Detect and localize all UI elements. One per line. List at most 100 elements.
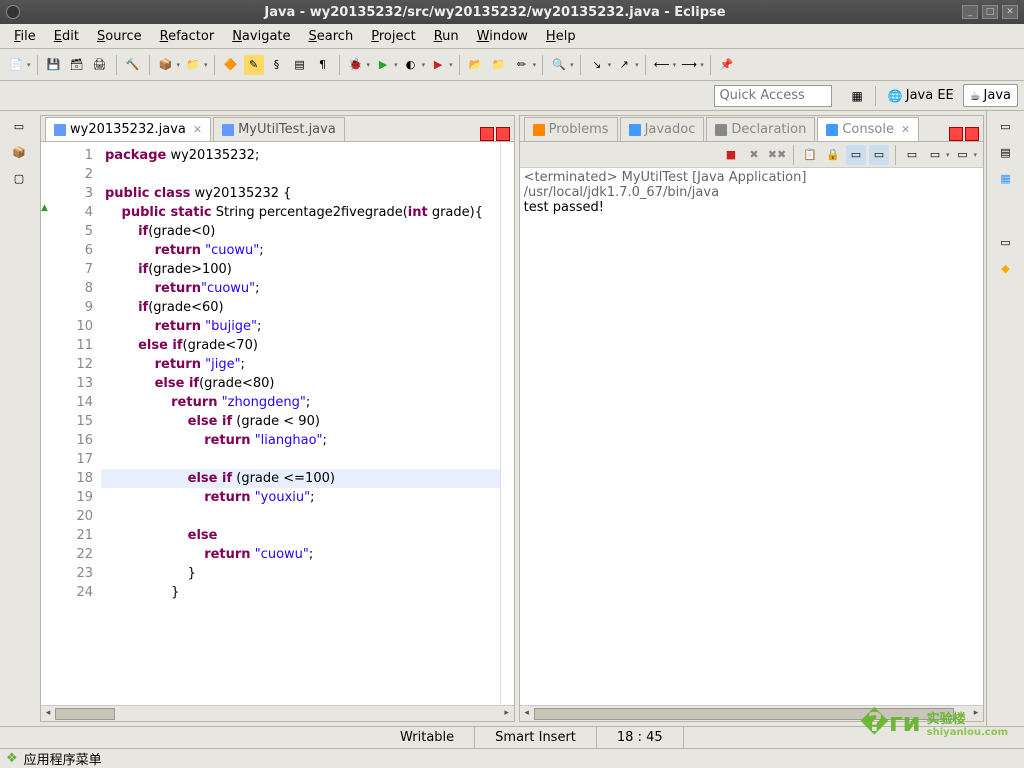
debug-button[interactable]: 🐞 — [346, 55, 366, 75]
toggle-breadcrumb-button[interactable]: § — [267, 55, 287, 75]
perspective-javaee[interactable]: 🌐 Java EE — [881, 84, 961, 107]
editor-tabs: wy20135232.java✕MyUtilTest.java — [41, 116, 514, 142]
open-console-button[interactable]: ▭ — [925, 145, 945, 165]
overview-ruler[interactable] — [500, 142, 514, 705]
outline-icon[interactable]: ▦ — [997, 169, 1015, 187]
menu-window[interactable]: Window — [469, 26, 536, 47]
new-project-button[interactable]: 📂 — [466, 55, 486, 75]
terminate-button[interactable]: ■ — [721, 145, 741, 165]
perspective-bar: ▦ 🌐 Java EE ☕ Java — [0, 81, 1024, 111]
console-tabs: ProblemsJavadocDeclarationConsole✕ — [520, 116, 983, 142]
search-button[interactable]: 🔍 — [549, 55, 569, 75]
display-selected-button[interactable]: ▭ — [902, 145, 922, 165]
editor-maximize-button[interactable] — [496, 127, 510, 141]
close-icon[interactable]: ✕ — [901, 123, 910, 136]
coverage-button[interactable]: ◐ — [401, 55, 421, 75]
menu-source[interactable]: Source — [89, 26, 150, 47]
menu-help[interactable]: Help — [538, 26, 584, 47]
menu-file[interactable]: File — [6, 26, 44, 47]
run-button[interactable]: ▶ — [373, 55, 393, 75]
prev-annotation-button[interactable]: ↗ — [614, 55, 634, 75]
status-bar: Writable Smart Insert 18 : 45 — [0, 726, 1024, 748]
problems-icon — [533, 124, 545, 136]
new-annotation-button[interactable]: ✏ — [512, 55, 532, 75]
task-list-icon[interactable]: ▤ — [997, 143, 1015, 161]
console-text: test passed! — [524, 200, 979, 215]
view-tab-declaration[interactable]: Declaration — [706, 117, 815, 141]
back-button[interactable]: ⟵ — [652, 55, 672, 75]
outline2-icon[interactable]: ◆ — [997, 259, 1015, 277]
restore-right2-icon[interactable]: ▭ — [997, 233, 1015, 251]
console-minimize-button[interactable] — [949, 127, 963, 141]
minimize-button[interactable]: _ — [962, 5, 978, 19]
console-header: <terminated> MyUtilTest [Java Applicatio… — [524, 170, 979, 200]
app-icon — [6, 5, 20, 19]
close-icon[interactable]: ✕ — [193, 123, 202, 136]
show-console-button[interactable]: ▭ — [846, 145, 866, 165]
leaf-icon: ❖ — [6, 751, 18, 766]
console-h-scrollbar[interactable]: ◂▸ — [520, 705, 983, 721]
new-button[interactable]: 📄 — [6, 55, 26, 75]
menubar: FileEditSourceRefactorNavigateSearchProj… — [0, 24, 1024, 49]
status-writable: Writable — [380, 727, 475, 748]
editor-h-scrollbar[interactable]: ◂▸ — [41, 705, 514, 721]
perspective-java[interactable]: ☕ Java — [963, 84, 1018, 107]
remove-all-button[interactable]: ✖✖ — [767, 145, 787, 165]
menu-search[interactable]: Search — [301, 26, 362, 47]
new-package-button[interactable]: 📁 — [183, 55, 203, 75]
restore-right-icon[interactable]: ▭ — [997, 117, 1015, 135]
toggle-mark-button[interactable]: ✎ — [244, 55, 264, 75]
editor-tab-1[interactable]: MyUtilTest.java — [213, 117, 345, 141]
menu-refactor[interactable]: Refactor — [152, 26, 223, 47]
run-last-button[interactable]: ▶ — [428, 55, 448, 75]
view-tab-problems[interactable]: Problems — [524, 117, 618, 141]
new-java-button[interactable]: 📦 — [156, 55, 176, 75]
console-maximize-button[interactable] — [965, 127, 979, 141]
menu-edit[interactable]: Edit — [46, 26, 87, 47]
close-button[interactable]: ✕ — [1002, 5, 1018, 19]
status-insert-mode: Smart Insert — [475, 727, 597, 748]
right-trim: ▭ ▤ ▦ ▭ ◆ — [986, 111, 1024, 726]
pin-button[interactable]: 📌 — [717, 55, 737, 75]
restore-view-icon[interactable]: ▭ — [10, 117, 28, 135]
left-trim: ▭ 📦 ▢ — [0, 111, 38, 726]
app-menu-button[interactable]: 应用程序菜单 — [24, 749, 102, 768]
scroll-lock-button[interactable]: 🔒 — [823, 145, 843, 165]
declaration-icon — [715, 124, 727, 136]
clear-console-button[interactable]: 📋 — [800, 145, 820, 165]
remove-launch-button[interactable]: ✖ — [744, 145, 764, 165]
show-whitespace-button[interactable]: ¶ — [313, 55, 333, 75]
package-explorer-icon[interactable]: 📦 — [10, 143, 28, 161]
menu-project[interactable]: Project — [363, 26, 424, 47]
maximize-button[interactable]: □ — [982, 5, 998, 19]
build-button[interactable]: 🔨 — [123, 55, 143, 75]
menu-navigate[interactable]: Navigate — [224, 26, 298, 47]
console-output[interactable]: <terminated> MyUtilTest [Java Applicatio… — [520, 168, 983, 705]
java-file-icon — [54, 124, 66, 136]
status-cursor-pos: 18 : 45 — [597, 727, 684, 748]
open-perspective-button[interactable]: ▦ — [844, 85, 869, 107]
open-type-button[interactable]: 🔶 — [221, 55, 241, 75]
editor-minimize-button[interactable] — [480, 127, 494, 141]
code-editor[interactable]: ▲ 12345678910111213141516171819202122232… — [41, 142, 514, 705]
forward-button[interactable]: ⟶ — [679, 55, 699, 75]
editor-tab-0[interactable]: wy20135232.java✕ — [45, 117, 211, 141]
save-all-button[interactable]: 🗃 — [67, 55, 87, 75]
toggle-block-button[interactable]: ▤ — [290, 55, 310, 75]
pin-console-button[interactable]: ▭ — [869, 145, 889, 165]
save-button[interactable]: 💾 — [44, 55, 64, 75]
view-tab-console[interactable]: Console✕ — [817, 117, 919, 141]
hierarchy-icon[interactable]: ▢ — [10, 169, 28, 187]
new-console-button[interactable]: ▭ — [952, 145, 972, 165]
menu-run[interactable]: Run — [426, 26, 467, 47]
new-folder-button[interactable]: 📁 — [489, 55, 509, 75]
print-button[interactable]: 🖨 — [90, 55, 110, 75]
window-title: Java - wy20135232/src/wy20135232/wy20135… — [28, 5, 962, 20]
os-taskbar: ❖ 应用程序菜单 — [0, 748, 1024, 768]
next-annotation-button[interactable]: ↘ — [587, 55, 607, 75]
javadoc-icon — [629, 124, 641, 136]
main-toolbar: 📄▾ 💾 🗃 🖨 🔨 📦▾ 📁▾ 🔶 ✎ § ▤ ¶ 🐞▾ ▶▾ ◐▾ ▶▾ 📂… — [0, 49, 1024, 81]
view-tab-javadoc[interactable]: Javadoc — [620, 117, 705, 141]
console-pane: ProblemsJavadocDeclarationConsole✕ ■ ✖ ✖… — [519, 115, 984, 722]
quick-access-input[interactable] — [714, 85, 832, 107]
